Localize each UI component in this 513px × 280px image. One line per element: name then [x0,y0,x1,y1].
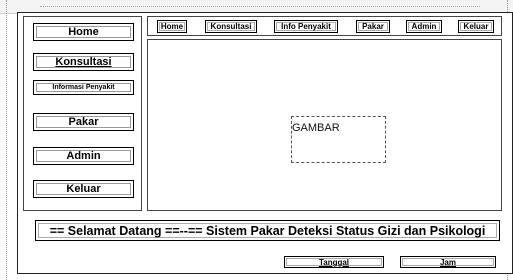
guide-line-left [6,0,7,280]
nav-item-info-penyakit[interactable]: Info Penyakit [274,20,338,33]
nav-item-pakar[interactable]: Pakar [356,20,390,33]
sidebar-item-informasi-penyakit[interactable]: Informasi Penyakit [33,80,134,95]
top-strip-guide [40,6,480,7]
sidebar-item-konsultasi[interactable]: Konsultasi [33,53,134,71]
sidebar-item-home[interactable]: Home [33,23,134,41]
sidebar-item-pakar[interactable]: Pakar [33,113,134,131]
nav-item-keluar[interactable]: Keluar [458,20,494,33]
sidebar: Home Konsultasi Informasi Penyakit Pakar… [23,16,142,211]
sidebar-item-admin[interactable]: Admin [33,147,134,165]
main-content: GAMBAR [147,39,502,211]
nav-item-home[interactable]: Home [157,20,187,33]
image-placeholder-label: GAMBAR [292,122,340,134]
top-nav: Home Konsultasi Info Penyakit Pakar Admi… [147,16,502,36]
nav-item-konsultasi[interactable]: Konsultasi [205,20,257,33]
date-field[interactable]: Tanggal [284,256,384,268]
time-field[interactable]: Jam [400,256,496,268]
welcome-banner: == Selamat Datang ==--== Sistem Pakar De… [35,220,500,241]
image-placeholder: GAMBAR [291,116,386,163]
sidebar-item-keluar[interactable]: Keluar [33,180,134,198]
nav-item-admin[interactable]: Admin [406,20,442,33]
